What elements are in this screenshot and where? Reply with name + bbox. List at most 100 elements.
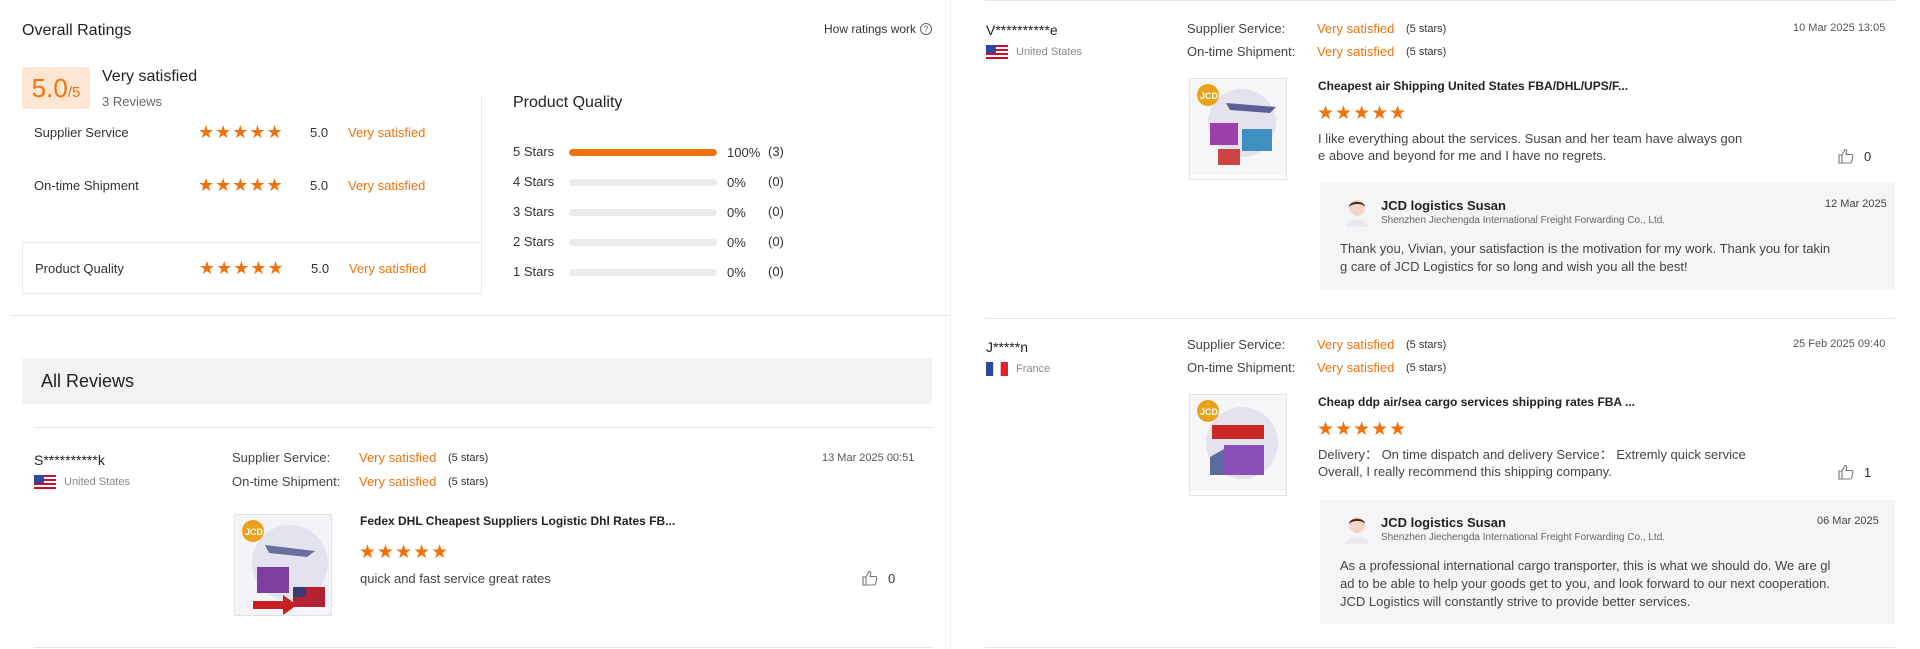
supplier-avatar bbox=[1346, 517, 1368, 544]
helpful-button[interactable]: 0 bbox=[862, 570, 895, 586]
review-star-rating: ★★★★★ bbox=[359, 541, 450, 563]
distribution-label: 2 Stars bbox=[513, 234, 555, 249]
rating-row-on-time-shipment: On-time Shipment ★★★★★ 5.0 Very satisfie… bbox=[22, 159, 482, 211]
reply-text-line: g care of JCD Logistics for so long and … bbox=[1340, 259, 1688, 274]
supplier-avatar bbox=[1346, 200, 1368, 227]
how-ratings-work-label: How ratings work bbox=[824, 22, 917, 36]
thumbs-up-icon bbox=[1838, 464, 1854, 480]
rating-row-product-quality[interactable]: Product Quality ★★★★★ 5.0 Very satisfied bbox=[22, 242, 482, 294]
review-star-rating: ★★★★★ bbox=[1317, 418, 1408, 440]
thumbs-up-icon bbox=[1838, 148, 1854, 164]
ratings-panel: Overall Ratings How ratings work ? 5.0 /… bbox=[0, 0, 950, 649]
helpful-count: 0 bbox=[888, 570, 896, 586]
supplier-reply: JCD logistics Susan Shenzhen Jiechengda … bbox=[1320, 183, 1895, 289]
helpful-count: 1 bbox=[1864, 464, 1872, 480]
help-icon: ? bbox=[920, 23, 933, 35]
reviewer-name: J*****n bbox=[986, 339, 1029, 355]
distribution-bar bbox=[569, 239, 717, 246]
product-title-link[interactable]: Cheap ddp air/sea cargo services shippin… bbox=[1318, 395, 1635, 409]
review-date: 10 Mar 2025 13:05 bbox=[1793, 22, 1886, 34]
reply-text: Thank you, Vivian, your satisfaction is … bbox=[1340, 240, 1830, 276]
distribution-bar bbox=[569, 209, 717, 216]
review-divider bbox=[34, 647, 932, 648]
distribution-count: (0) bbox=[768, 264, 784, 279]
svg-text:JCD: JCD bbox=[1200, 91, 1219, 101]
svg-text:JCD: JCD bbox=[1200, 407, 1219, 417]
reviewer-country: United States bbox=[34, 475, 130, 489]
review-text-line: Overall, I really recommend this shippin… bbox=[1318, 464, 1612, 479]
criteria-value: Very satisfied bbox=[1317, 21, 1395, 36]
product-thumbnail[interactable]: JCD bbox=[234, 514, 332, 616]
distribution-label: 4 Stars bbox=[513, 174, 555, 189]
how-ratings-work-link[interactable]: How ratings work ? bbox=[824, 22, 933, 36]
criteria-value: Very satisfied bbox=[1317, 44, 1395, 59]
review-text-line: Delivery： On time dispatch and delivery … bbox=[1318, 447, 1746, 462]
distribution-label: 1 Stars bbox=[513, 264, 555, 279]
product-image: JCD bbox=[1190, 395, 1286, 491]
supplier-name: JCD logistics Susan bbox=[1381, 515, 1506, 530]
rating-label: Product Quality bbox=[35, 261, 124, 276]
product-thumbnail[interactable]: JCD bbox=[1189, 78, 1287, 180]
panel-split bbox=[950, 0, 951, 649]
distribution-count: (3) bbox=[768, 144, 784, 159]
product-title-link[interactable]: Fedex DHL Cheapest Suppliers Logistic Dh… bbox=[360, 514, 675, 528]
supplier-reply: JCD logistics Susan Shenzhen Jiechengda … bbox=[1320, 500, 1895, 624]
rating-text: Very satisfied bbox=[348, 124, 426, 140]
overall-ratings-title: Overall Ratings bbox=[22, 22, 132, 39]
rating-row-supplier-service: Supplier Service ★★★★★ 5.0 Very satisfie… bbox=[22, 106, 482, 158]
helpful-count: 0 bbox=[1864, 148, 1872, 164]
review-text: quick and fast service great rates bbox=[360, 571, 551, 586]
rating-value: 5.0 bbox=[311, 261, 330, 276]
helpful-button[interactable]: 0 bbox=[1838, 148, 1871, 164]
star-rating: ★★★★★ bbox=[198, 174, 284, 196]
distribution-count: (0) bbox=[768, 234, 784, 249]
reply-date: 06 Mar 2025 bbox=[1817, 515, 1879, 527]
country-name: United States bbox=[1016, 46, 1083, 58]
review-divider bbox=[985, 318, 1895, 319]
criteria-stars: (5 stars) bbox=[1406, 46, 1447, 58]
on-time-shipment-rating: On-time Shipment: Very satisfied (5 star… bbox=[1187, 44, 1446, 59]
review-text: I like everything about the services. Su… bbox=[1318, 130, 1742, 164]
criteria-stars: (5 stars) bbox=[448, 476, 489, 488]
reply-text-line: Thank you, Vivian, your satisfaction is … bbox=[1340, 241, 1831, 256]
supplier-company: Shenzhen Jiechengda International Freigh… bbox=[1381, 215, 1666, 226]
star-rating: ★★★★★ bbox=[198, 121, 284, 143]
review-text-line: e above and beyond for me and I have no … bbox=[1318, 148, 1607, 163]
rating-value: 5.0 bbox=[310, 124, 329, 140]
france-flag-icon bbox=[986, 362, 1008, 376]
svg-text:JCD: JCD bbox=[245, 527, 264, 537]
product-thumbnail[interactable]: JCD bbox=[1189, 394, 1287, 496]
reviewer-country: France bbox=[986, 362, 1050, 376]
distribution-bar bbox=[569, 179, 717, 186]
distribution-count: (0) bbox=[768, 174, 784, 189]
reply-text-line: ad to be able to help your goods get to … bbox=[1340, 576, 1830, 591]
us-flag-icon bbox=[34, 475, 56, 489]
criteria-value: Very satisfied bbox=[359, 474, 437, 489]
distribution-bar bbox=[569, 269, 717, 276]
rating-label: Supplier Service bbox=[34, 124, 129, 140]
distribution-bar bbox=[569, 149, 717, 156]
rating-text: Very satisfied bbox=[348, 177, 426, 193]
reviewer-name: V**********e bbox=[986, 22, 1058, 38]
criteria-value: Very satisfied bbox=[1317, 360, 1395, 375]
reply-text-line: As a professional international cargo tr… bbox=[1340, 558, 1831, 573]
criteria-stars: (5 stars) bbox=[1406, 23, 1447, 35]
country-name: France bbox=[1016, 363, 1051, 375]
overall-summary: Very satisfied bbox=[102, 68, 198, 85]
criteria-label: On-time Shipment: bbox=[1187, 44, 1296, 59]
reply-text: As a professional international cargo tr… bbox=[1340, 557, 1830, 611]
distribution-percent: 0% bbox=[727, 205, 746, 220]
distribution-percent: 0% bbox=[727, 265, 746, 280]
review-text-line: I like everything about the services. Su… bbox=[1318, 131, 1743, 146]
section-divider bbox=[10, 315, 948, 316]
distribution-percent: 0% bbox=[727, 235, 746, 250]
product-title-link[interactable]: Cheapest air Shipping United States FBA/… bbox=[1318, 79, 1628, 93]
criteria-label: Supplier Service: bbox=[1187, 337, 1286, 352]
on-time-shipment-rating: On-time Shipment: Very satisfied (5 star… bbox=[232, 474, 488, 489]
review-text: Delivery： On time dispatch and delivery … bbox=[1318, 446, 1746, 480]
all-reviews-header: All Reviews bbox=[22, 358, 932, 404]
distribution-count: (0) bbox=[768, 204, 784, 219]
helpful-button[interactable]: 1 bbox=[1838, 464, 1871, 480]
rating-breakdown-table: Supplier Service ★★★★★ 5.0 Very satisfie… bbox=[22, 96, 482, 294]
rating-value: 5.0 bbox=[310, 177, 329, 193]
